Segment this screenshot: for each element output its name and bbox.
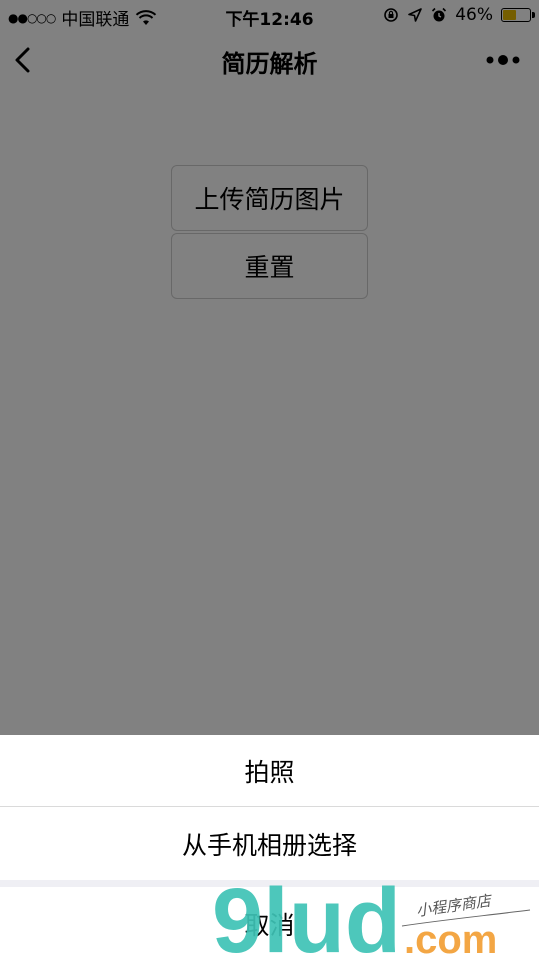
choose-from-album-option[interactable]: 从手机相册选择 bbox=[0, 807, 539, 880]
take-photo-option[interactable]: 拍照 bbox=[0, 735, 539, 807]
action-sheet: 拍照 从手机相册选择 取消 bbox=[0, 735, 539, 960]
app-screen: ●●○○○ 中国联通 下午12:46 46% 简历解析 上传简历图片 重置 拍照… bbox=[0, 0, 539, 960]
modal-overlay[interactable] bbox=[0, 0, 539, 735]
cancel-button[interactable]: 取消 bbox=[0, 887, 539, 960]
